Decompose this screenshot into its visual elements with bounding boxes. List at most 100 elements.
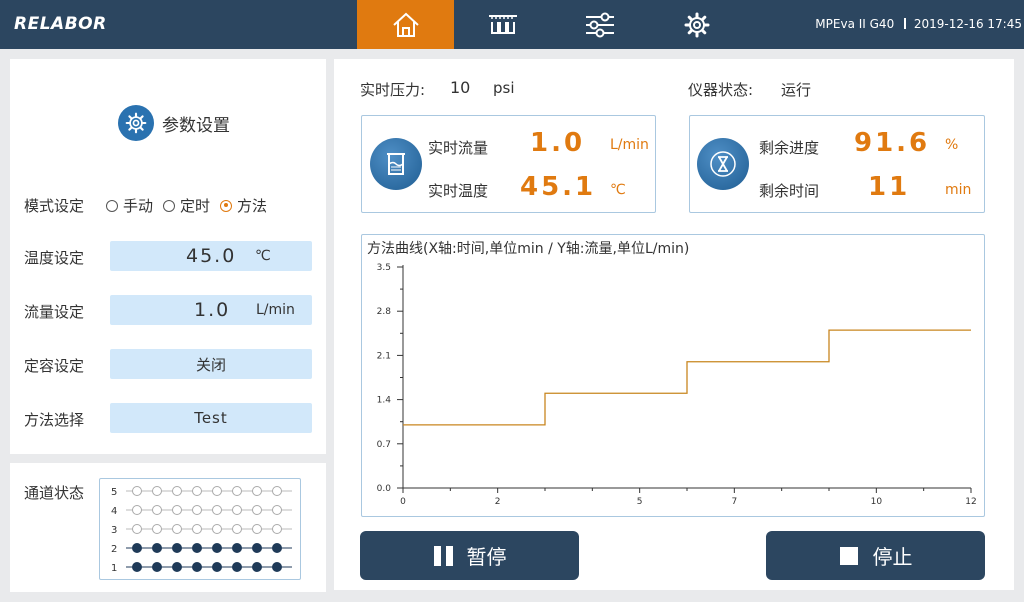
sliders-icon [585, 12, 614, 37]
method-curve-line [403, 329, 971, 426]
channel-dot-inactive [172, 486, 182, 496]
settings-panel: 参数设置 模式设定 手动 定时 方法 温度设定 45.0 ℃ 流量设定 1.0 … [10, 59, 326, 454]
mode-option-method[interactable]: 方法 [220, 195, 267, 216]
y-tick-label: 2.1 [377, 351, 391, 361]
settings-title: 参数设置 [118, 105, 230, 141]
manifold-icon [488, 14, 517, 34]
live-flow-value: 1.0 [530, 128, 586, 158]
settings-gear-icon [118, 105, 154, 141]
channel-dot-active [132, 543, 142, 553]
channel-label: 通道状态 [24, 484, 85, 502]
channel-dot-active [272, 562, 282, 572]
brand-logo: RELABOR [14, 14, 107, 34]
radio-circle [106, 199, 118, 212]
channel-dot-inactive [132, 505, 142, 515]
channel-dot-active [172, 562, 182, 572]
stop-icon [839, 546, 858, 565]
top-bar: RELABOR MPEva II G40 2019-12-16 17:45 [0, 0, 1024, 49]
y-tick-label: 2.8 [377, 307, 392, 317]
pause-label: 暂停 [466, 545, 507, 569]
method-curve-chart: 方法曲线(X轴:时间,单位min / Y轴:流量,单位L/min) 0.0 0.7… [361, 234, 985, 517]
mode-option-timer[interactable]: 定时 [163, 195, 210, 216]
channel-dot-inactive [212, 486, 222, 496]
channel-dot-active [212, 543, 222, 553]
mode-option-manual[interactable]: 手动 [106, 195, 153, 216]
live-flow-label: 实时流量 [428, 139, 489, 157]
x-tick-label: 5 [637, 497, 643, 507]
progress-card: 剩余进度 91.6 % 剩余时间 11 min [689, 115, 985, 213]
mode-label: 模式设定 [24, 197, 85, 215]
pause-icon [433, 545, 453, 566]
channel-dot-active [192, 562, 202, 572]
channel-dot-inactive [252, 486, 262, 496]
channel-dot-active [152, 543, 162, 553]
x-tick-label: 2 [495, 497, 501, 507]
channel-number: 1 [111, 563, 117, 574]
y-tick-label: 0.0 [377, 484, 392, 494]
pressure-unit: psi [493, 79, 515, 97]
flow-unit: L/min [256, 302, 295, 318]
method-value: Test [194, 409, 228, 427]
pressure-label: 实时压力: [360, 81, 426, 99]
channel-dot-inactive [192, 524, 202, 534]
instrument-status-label: 仪器状态: [688, 81, 754, 99]
volume-value: 关闭 [195, 355, 226, 374]
channel-dot-inactive [212, 505, 222, 515]
channel-dot-inactive [272, 505, 282, 515]
channel-dot-active [192, 543, 202, 553]
channel-dot-inactive [132, 524, 142, 534]
live-flow-unit: L/min [610, 137, 649, 153]
channel-dot-inactive [272, 524, 282, 534]
nav-settings[interactable] [551, 0, 648, 49]
live-temp-value: 45.1 [520, 172, 597, 202]
main-panel: 实时压力: 10 psi 仪器状态: 运行 实时流量 1.0 L/min 实时温… [334, 59, 1014, 590]
channel-dot-inactive [232, 486, 242, 496]
live-temp-label: 实时温度 [428, 182, 489, 200]
channel-dot-inactive [172, 505, 182, 515]
volume-field[interactable]: 关闭 [110, 349, 312, 379]
nav-system[interactable] [648, 0, 745, 49]
radio-circle [163, 199, 176, 212]
pause-button[interactable]: 暂停 [360, 531, 579, 580]
nav-home[interactable] [357, 0, 454, 49]
stop-button[interactable]: 停止 [766, 531, 985, 580]
channel-dot-active [132, 562, 142, 572]
channel-dot-inactive [152, 486, 162, 496]
remaining-time-label: 剩余时间 [759, 182, 820, 200]
channel-dot-inactive [232, 524, 242, 534]
channel-dot-active [252, 562, 262, 572]
device-model: MPEva II G40 [815, 17, 895, 31]
channel-dot-active [152, 562, 162, 572]
gear-icon [684, 12, 709, 37]
channel-panel: 通道状态 5 4 3 2 1 [10, 463, 326, 592]
temp-field[interactable]: 45.0 ℃ [110, 241, 312, 271]
hourglass-icon [697, 138, 749, 190]
channel-dots: 5 4 3 2 1 [111, 486, 292, 574]
flow-value: 1.0 [194, 299, 231, 321]
channel-number: 5 [111, 487, 117, 498]
remaining-time-value: 11 [868, 172, 911, 202]
nav-manifold[interactable] [454, 0, 551, 49]
progress-value: 91.6 [854, 128, 931, 158]
settings-title-text: 参数设置 [162, 115, 230, 136]
flow-field[interactable]: 1.0 L/min [110, 295, 312, 325]
y-tick-label: 0.7 [377, 440, 391, 450]
datetime: 2019-12-16 17:45 [913, 17, 1022, 31]
channel-dot-inactive [132, 486, 142, 496]
channel-dot-inactive [272, 486, 282, 496]
live-readings-card: 实时流量 1.0 L/min 实时温度 45.1 ℃ [361, 115, 656, 213]
channel-dot-inactive [152, 505, 162, 515]
channel-dot-active [232, 562, 242, 572]
x-tick-label: 10 [871, 497, 883, 507]
x-tick-label: 12 [965, 497, 976, 507]
method-select[interactable]: Test [110, 403, 312, 433]
temp-unit: ℃ [255, 248, 271, 264]
y-tick-label: 1.4 [377, 396, 392, 406]
x-tick-label: 7 [731, 497, 737, 507]
progress-label: 剩余进度 [759, 139, 820, 157]
channel-dot-active [272, 543, 282, 553]
stop-label: 停止 [872, 545, 913, 569]
live-temp-unit: ℃ [610, 182, 626, 198]
home-icon [392, 12, 419, 37]
flow-label: 流量设定 [24, 303, 85, 321]
